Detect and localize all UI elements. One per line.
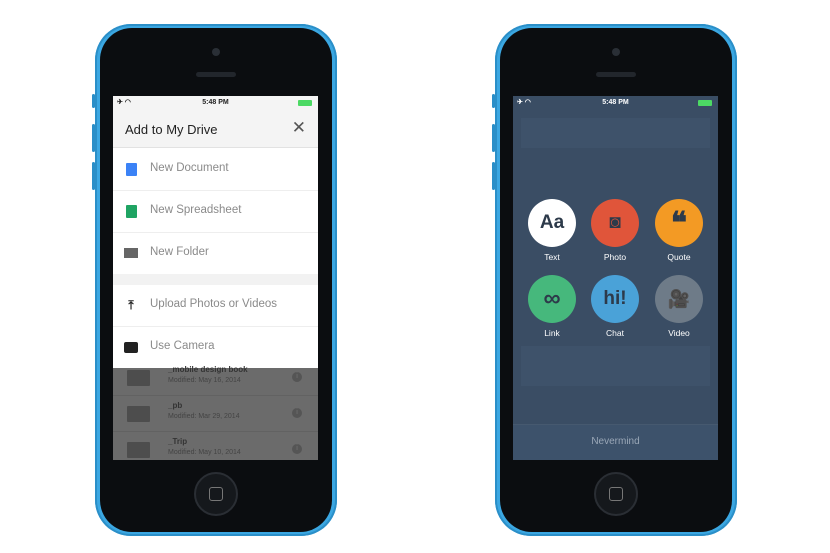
- info-icon[interactable]: i: [292, 408, 302, 418]
- file-list-dimmed: _mobile design book Modified: May 16, 20…: [113, 365, 318, 460]
- front-camera: [212, 48, 220, 56]
- option-label: Text: [544, 252, 560, 262]
- option-label: Chat: [606, 328, 624, 338]
- option-label: Quote: [667, 252, 691, 262]
- sheet-icon: [126, 205, 137, 218]
- post-photo-button[interactable]: ◙ Photo: [591, 199, 639, 262]
- status-time: 5:48 PM: [602, 99, 629, 106]
- info-icon[interactable]: i: [292, 444, 302, 454]
- status-bar: ✈ ◠ 5:48 PM: [113, 96, 318, 110]
- left-screen: ✈ ◠ 5:48 PM Add to My Drive ✕ New Docume…: [113, 96, 318, 460]
- speaker: [196, 72, 236, 77]
- file-row[interactable]: _Trip Modified: May 10, 2014 i: [113, 432, 318, 460]
- home-button[interactable]: [594, 472, 638, 516]
- menu-upload[interactable]: ⤒ Upload Photos or Videos: [113, 285, 318, 327]
- right-screen: ✈ ◠ 5:48 PM Aa Text ◙ Photo ❝ Quote ∞ Li…: [513, 96, 718, 460]
- chat-icon: hi!: [591, 275, 639, 323]
- nevermind-button[interactable]: Nevermind: [513, 424, 718, 460]
- home-button[interactable]: [194, 472, 238, 516]
- menu-new-spreadsheet[interactable]: New Spreadsheet: [113, 191, 318, 233]
- front-camera: [612, 48, 620, 56]
- file-row[interactable]: _mobile design book Modified: May 16, 20…: [113, 360, 318, 396]
- link-icon: ∞: [528, 275, 576, 323]
- post-video-button[interactable]: 🎥 Video: [655, 275, 703, 338]
- menu-new-folder[interactable]: New Folder: [113, 233, 318, 275]
- upload-icon: ⤒: [128, 298, 134, 312]
- post-chat-button[interactable]: hi! Chat: [591, 275, 639, 338]
- menu-new-document[interactable]: New Document: [113, 149, 318, 191]
- sheet-title: Add to My Drive: [125, 122, 218, 137]
- file-name: _pb: [168, 401, 183, 410]
- text-icon: Aa: [528, 199, 576, 247]
- status-time: 5:48 PM: [202, 99, 229, 106]
- post-link-button[interactable]: ∞ Link: [528, 275, 576, 338]
- menu-label: New Folder: [150, 246, 209, 258]
- quote-icon: ❝: [655, 199, 703, 247]
- airplane-wifi-icon: ✈ ◠: [117, 99, 131, 106]
- menu-label: Use Camera: [150, 340, 215, 352]
- post-text-button[interactable]: Aa Text: [528, 199, 576, 262]
- speaker: [596, 72, 636, 77]
- sheet-header: Add to My Drive ✕: [113, 110, 318, 148]
- file-modified: Modified: May 10, 2014: [168, 449, 241, 456]
- option-label: Photo: [603, 252, 627, 262]
- post-quote-button[interactable]: ❝ Quote: [655, 199, 703, 262]
- battery-icon: [698, 100, 712, 106]
- file-modified: Modified: May 16, 2014: [168, 377, 241, 384]
- info-icon[interactable]: i: [292, 372, 302, 382]
- camera-icon: ◙: [591, 199, 639, 247]
- battery-icon: [298, 100, 312, 106]
- menu-label: Upload Photos or Videos: [150, 298, 278, 310]
- option-label: Link: [544, 328, 560, 338]
- folder-icon: [124, 248, 138, 258]
- camera-icon: [124, 342, 138, 353]
- divider: [113, 274, 318, 285]
- folder-icon: [127, 406, 150, 422]
- file-name: _Trip: [168, 437, 188, 446]
- folder-icon: [127, 442, 150, 458]
- doc-icon: [126, 163, 137, 176]
- file-name: _mobile design book: [168, 365, 248, 374]
- folder-icon: [127, 370, 150, 386]
- option-label: Video: [668, 328, 690, 338]
- file-row[interactable]: _pb Modified: Mar 29, 2014 i: [113, 396, 318, 432]
- video-camera-icon: 🎥: [655, 275, 703, 323]
- close-icon[interactable]: ✕: [292, 118, 306, 138]
- menu-label: New Document: [150, 162, 229, 174]
- status-bar: ✈ ◠ 5:48 PM: [513, 96, 718, 110]
- airplane-wifi-icon: ✈ ◠: [517, 99, 531, 106]
- menu-label: New Spreadsheet: [150, 204, 242, 216]
- file-modified: Modified: Mar 29, 2014: [168, 413, 240, 420]
